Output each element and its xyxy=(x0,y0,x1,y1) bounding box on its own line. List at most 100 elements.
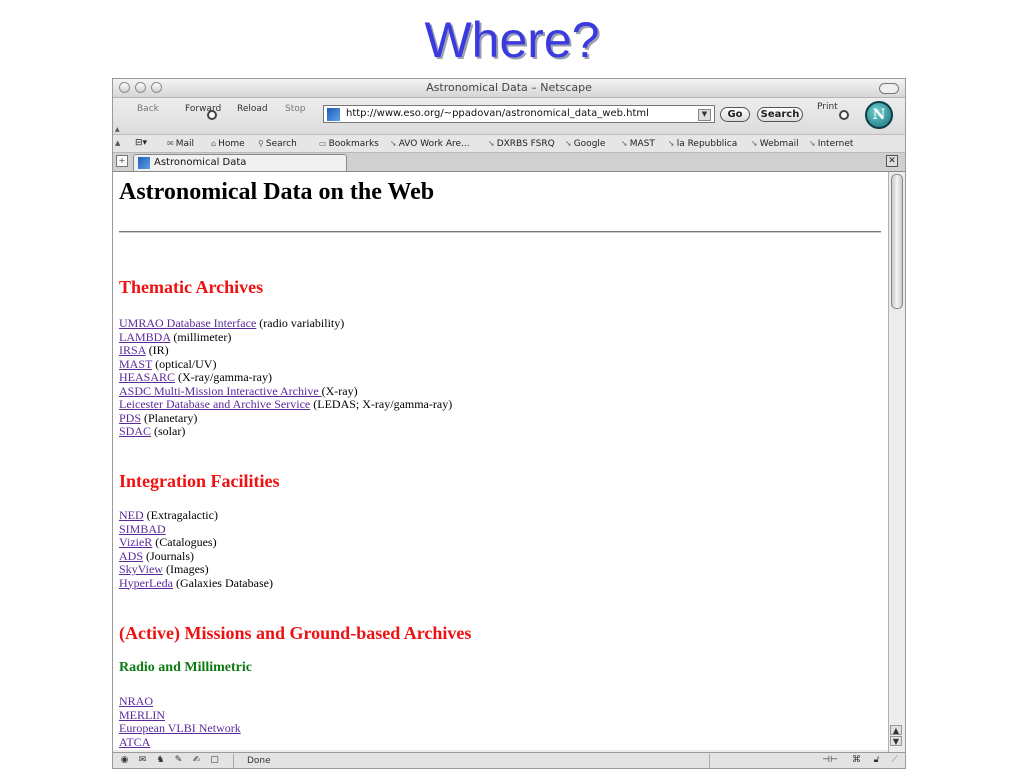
bookmark-mail[interactable]: ✉ Mail xyxy=(167,135,194,153)
slide-title: Where? xyxy=(424,12,600,68)
search-button[interactable]: Search xyxy=(757,107,803,122)
mail-status-icon[interactable]: ✉ xyxy=(137,755,148,766)
archive-link[interactable]: LAMBDA xyxy=(119,330,170,344)
archive-link[interactable]: HEASARC xyxy=(119,370,175,384)
archive-link[interactable]: IRSA xyxy=(119,343,146,357)
facility-link[interactable]: NED xyxy=(119,508,144,522)
bookmark-internet[interactable]: ➘ Internet xyxy=(809,135,853,153)
browser-window: Astronomical Data – Netscape ▲ Back Forw… xyxy=(112,78,906,769)
new-tab-icon[interactable]: + xyxy=(116,155,128,167)
list-item: PDS (Planetary) xyxy=(119,410,452,426)
tab-astronomical-data[interactable]: Astronomical Data xyxy=(133,154,347,171)
bookmark-label: DXRBS FSRQ xyxy=(496,139,555,149)
facility-link[interactable]: SIMBAD xyxy=(119,522,166,536)
list-item: MERLIN xyxy=(119,708,241,723)
facility-link[interactable]: SkyView xyxy=(119,562,163,576)
bookmark-label: AVO Work Are... xyxy=(398,139,470,149)
status-text: Done xyxy=(247,756,271,766)
status-divider xyxy=(233,754,234,768)
bookmark-home[interactable]: ⌂ Home xyxy=(211,135,245,153)
go-button[interactable]: Go xyxy=(720,107,750,122)
status-bar: ◉ ✉ ♞ ✎ ✍ ▢ Done ⊣⊢ ⌘ 🔓︎ ⟋ xyxy=(113,752,905,768)
bookmark-icon: ➘ xyxy=(621,139,628,148)
aim-icon[interactable]: ♞ xyxy=(155,755,166,766)
archive-link[interactable]: PDS xyxy=(119,411,141,425)
archive-link[interactable]: ATCA xyxy=(119,735,150,749)
archive-link[interactable]: ASDC Multi-Mission Interactive Archive xyxy=(119,384,322,398)
search-icon: ⚲ xyxy=(258,139,264,148)
resize-grip-icon[interactable]: ⟋ xyxy=(889,755,900,766)
vertical-scrollbar[interactable]: ▲ ▼ xyxy=(888,172,904,752)
back-button[interactable]: Back xyxy=(137,104,159,114)
composer-icon[interactable]: ✎ xyxy=(173,755,184,766)
tab-favicon-icon xyxy=(138,157,150,169)
section-title-thematic: Thematic Archives xyxy=(119,277,264,297)
scroll-up-arrow-icon[interactable]: ▲ xyxy=(890,725,902,735)
toolbar-collapse-icon[interactable]: ▲ xyxy=(115,126,120,133)
link-note: (Galaxies Database) xyxy=(172,575,273,590)
link-note: (Planetary) xyxy=(141,410,198,425)
netscape-logo-icon[interactable]: N xyxy=(865,101,893,129)
folder-icon: ▭ xyxy=(319,139,327,148)
online-status-icon[interactable]: ⊣⊢ xyxy=(819,755,841,766)
archive-link[interactable]: European VLBI Network xyxy=(119,721,241,735)
facility-link[interactable]: ADS xyxy=(119,549,143,563)
list-item: MAST (optical/UV) xyxy=(119,357,452,372)
list-item: NRAO xyxy=(119,694,241,709)
stop-button[interactable]: Stop xyxy=(285,104,305,114)
archive-link[interactable]: UMRAO Database Interface xyxy=(119,316,256,330)
bookmark-avo[interactable]: ➘ AVO Work Are... xyxy=(390,135,470,153)
status-divider xyxy=(709,754,710,768)
archive-link[interactable]: Leicester Database and Archive Service xyxy=(119,397,310,411)
archive-link[interactable]: MAST xyxy=(119,357,152,371)
bookmark-icon: ➘ xyxy=(668,139,675,148)
scrollbar-thumb[interactable] xyxy=(891,174,903,309)
forward-menu-icon[interactable] xyxy=(207,110,217,120)
irc-icon[interactable]: ▢ xyxy=(209,755,220,766)
list-item: LAMBDA (millimeter) xyxy=(119,329,452,345)
navigator-icon[interactable]: ◉ xyxy=(119,755,130,766)
bookmark-repubblica[interactable]: ➘ la Repubblica xyxy=(668,135,737,153)
bookmark-dxrbs[interactable]: ➘ DXRBS FSRQ xyxy=(488,135,555,153)
page-heading: Astronomical Data on the Web xyxy=(119,179,435,205)
archive-link[interactable]: SDAC xyxy=(119,424,151,438)
facility-link[interactable]: HyperLeda xyxy=(119,576,173,590)
link-note: (X-ray) xyxy=(321,383,358,398)
bookmark-bookmarks[interactable]: ▭ Bookmarks xyxy=(319,135,379,153)
list-item: SDAC (solar) xyxy=(119,424,452,439)
bookmark-search[interactable]: ⚲ Search xyxy=(258,135,297,153)
bookmark-icon: ➘ xyxy=(488,139,495,148)
facility-link[interactable]: VizieR xyxy=(119,535,152,549)
bookmark-webmail[interactable]: ➘ Webmail xyxy=(751,135,799,153)
list-item: ASDC Multi-Mission Interactive Archive (… xyxy=(119,383,452,399)
scroll-down-arrow-icon[interactable]: ▼ xyxy=(890,736,902,746)
reload-button[interactable]: Reload xyxy=(237,104,268,114)
url-field[interactable]: http://www.eso.org/~ppadovan/astronomica… xyxy=(323,105,715,123)
tab-sidebar-icon[interactable]: ⊟▾ xyxy=(135,135,147,152)
address-book-icon[interactable]: ✍ xyxy=(191,755,202,766)
bookmark-icon: ➘ xyxy=(565,139,572,148)
list-item: European VLBI Network xyxy=(119,721,241,736)
popup-blocker-icon[interactable]: ⌘ xyxy=(851,755,862,766)
archive-link[interactable]: MERLIN xyxy=(119,708,165,722)
list-item: HyperLeda (Galaxies Database) xyxy=(119,575,273,591)
list-item: Leicester Database and Archive Service (… xyxy=(119,397,452,412)
bookmark-google[interactable]: ➘ Google xyxy=(565,135,605,153)
print-button[interactable]: Print xyxy=(817,102,838,112)
close-tab-icon[interactable]: ✕ xyxy=(886,155,898,167)
thematic-archives-list: UMRAO Database Interface (radio variabil… xyxy=(119,316,452,439)
link-note: (solar) xyxy=(151,424,186,438)
url-history-dropdown-icon[interactable]: ▼ xyxy=(698,109,711,121)
link-note: (X-ray/gamma-ray) xyxy=(175,370,272,384)
archive-link[interactable]: NRAO xyxy=(119,694,153,708)
link-note: (millimeter) xyxy=(170,329,232,344)
bookmark-label: Bookmarks xyxy=(328,139,379,149)
url-text[interactable]: http://www.eso.org/~ppadovan/astronomica… xyxy=(346,106,649,122)
bookmark-mast[interactable]: ➘ MAST xyxy=(621,135,655,153)
integration-facilities-list: NED (Extragalactic) SIMBAD VizieR (Catal… xyxy=(119,508,273,591)
toolbar-toggle-button[interactable] xyxy=(879,83,899,94)
bookmark-icon: ➘ xyxy=(809,139,816,148)
print-menu-icon[interactable] xyxy=(839,110,849,120)
list-item: UMRAO Database Interface (radio variabil… xyxy=(119,316,452,331)
bookmarks-collapse-icon[interactable]: ▲ xyxy=(115,135,120,152)
